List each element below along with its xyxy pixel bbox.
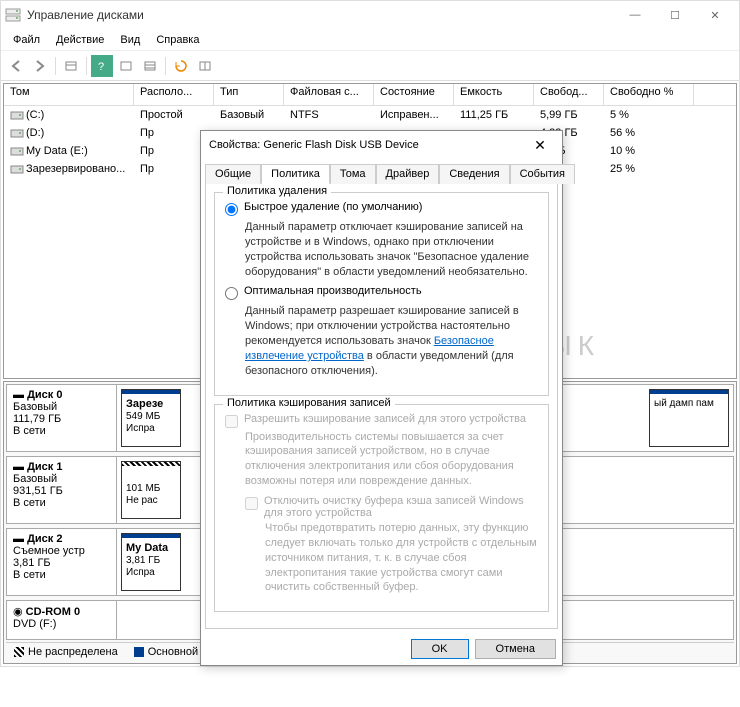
- partition[interactable]: 101 МБНе рас: [121, 461, 181, 519]
- dialog-close-button[interactable]: ✕: [526, 133, 554, 157]
- volume-icon: [10, 109, 24, 121]
- svg-text:?: ?: [98, 61, 104, 73]
- titlebar: Управление дисками — ☐ ✕: [1, 1, 739, 29]
- flush-cache-desc: Чтобы предотвратить потерю данных, эту ф…: [265, 521, 538, 595]
- cd-sub: DVD (F:): [13, 618, 56, 630]
- disk-icon: ▬: [13, 533, 24, 545]
- tab-policy[interactable]: Политика: [261, 164, 330, 184]
- cd-icon: ◉: [13, 606, 23, 618]
- optimal-perf-radio[interactable]: [225, 287, 238, 300]
- allow-cache-desc: Производительность системы повышается за…: [245, 430, 538, 489]
- window-title: Управление дисками: [27, 8, 615, 22]
- col-free[interactable]: Свобод...: [534, 84, 604, 105]
- partition[interactable]: ый дамп пам: [649, 389, 729, 447]
- menu-action[interactable]: Действие: [48, 32, 112, 48]
- flush-cache-label: Отключить очистку буфера кэша записей Wi…: [264, 495, 538, 519]
- quick-removal-radio[interactable]: [225, 203, 238, 216]
- tab-general[interactable]: Общие: [205, 164, 261, 184]
- action-icon[interactable]: [115, 55, 137, 77]
- cache-policy-legend: Политика кэширования записей: [223, 397, 395, 409]
- col-fs[interactable]: Файловая с...: [284, 84, 374, 105]
- col-layout[interactable]: Располо...: [134, 84, 214, 105]
- optimal-perf-desc: Данный параметр разрешает кэширование за…: [245, 304, 538, 378]
- volume-icon: [10, 145, 24, 157]
- flush-cache-checkbox: [245, 497, 258, 510]
- disk-icon: ▬: [13, 389, 24, 401]
- col-status[interactable]: Состояние: [374, 84, 454, 105]
- disk-mgmt-icon: [5, 7, 21, 23]
- cd-label: CD-ROM 0: [26, 606, 80, 618]
- disk-icon: ▬: [13, 461, 24, 473]
- volume-icon: [10, 163, 24, 175]
- help-icon[interactable]: ?: [91, 55, 113, 77]
- partition[interactable]: Зарезе549 МБИспра: [121, 389, 181, 447]
- col-volume[interactable]: Том: [4, 84, 134, 105]
- removal-policy-legend: Политика удаления: [223, 185, 331, 197]
- back-icon[interactable]: [5, 55, 27, 77]
- toolbar: ?: [1, 51, 739, 81]
- cancel-button[interactable]: Отмена: [475, 639, 556, 659]
- partition[interactable]: My Data3,81 ГБИспра: [121, 533, 181, 591]
- table-row[interactable]: (C:)ПростойБазовыйNTFSИсправен...111,25 …: [4, 106, 736, 124]
- tab-details[interactable]: Сведения: [439, 164, 509, 184]
- legend-unalloc: Не распределена: [28, 646, 118, 658]
- allow-cache-checkbox: [225, 415, 238, 428]
- tab-events[interactable]: События: [510, 164, 575, 184]
- props-icon[interactable]: [60, 55, 82, 77]
- quick-removal-desc: Данный параметр отключает кэширование за…: [245, 220, 538, 279]
- legend-unalloc-icon: [14, 647, 24, 657]
- volume-icon: [10, 127, 24, 139]
- menu-help[interactable]: Справка: [148, 32, 207, 48]
- tab-volumes[interactable]: Тома: [330, 164, 376, 184]
- menubar: Файл Действие Вид Справка: [1, 29, 739, 51]
- list-icon[interactable]: [139, 55, 161, 77]
- grid-icon[interactable]: [194, 55, 216, 77]
- menu-view[interactable]: Вид: [112, 32, 148, 48]
- col-type[interactable]: Тип: [214, 84, 284, 105]
- allow-cache-label: Разрешить кэширование записей для этого …: [244, 413, 526, 425]
- col-freepc[interactable]: Свободно %: [604, 84, 694, 105]
- optimal-perf-label: Оптимальная производительность: [244, 285, 422, 297]
- minimize-button[interactable]: —: [615, 1, 655, 29]
- properties-dialog: Свойства: Generic Flash Disk USB Device …: [200, 130, 563, 666]
- maximize-button[interactable]: ☐: [655, 1, 695, 29]
- ok-button[interactable]: OK: [411, 639, 469, 659]
- dialog-title: Свойства: Generic Flash Disk USB Device: [209, 139, 526, 151]
- forward-icon[interactable]: [29, 55, 51, 77]
- menu-file[interactable]: Файл: [5, 32, 48, 48]
- quick-removal-label: Быстрое удаление (по умолчанию): [244, 201, 422, 213]
- col-capacity[interactable]: Емкость: [454, 84, 534, 105]
- close-button[interactable]: ✕: [695, 1, 735, 29]
- tab-driver[interactable]: Драйвер: [376, 164, 440, 184]
- refresh-icon[interactable]: [170, 55, 192, 77]
- legend-primary-icon: [134, 647, 144, 657]
